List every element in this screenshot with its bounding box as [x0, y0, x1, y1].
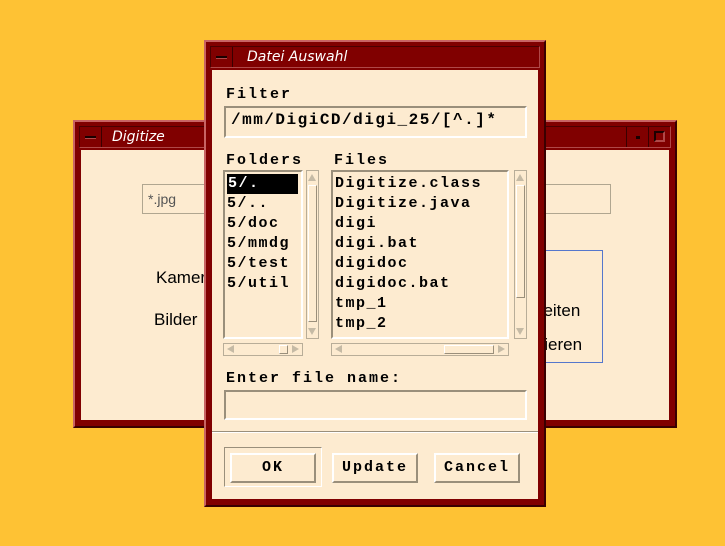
minimize-button[interactable] — [626, 127, 648, 147]
file-item[interactable]: tmp_2 — [333, 314, 507, 334]
button-separator — [212, 431, 538, 433]
filter-label: Filter — [226, 86, 293, 103]
kamera-label: Kamer — [156, 268, 207, 287]
file-selection-dialog: Datei Auswahl Filter /mm/DigiCD/digi_25/… — [204, 40, 546, 507]
window-menu-button[interactable] — [211, 47, 233, 67]
folder-item[interactable]: 5/test — [225, 254, 301, 274]
dialog-title: Datei Auswahl — [247, 49, 348, 65]
files-label: Files — [334, 152, 390, 169]
file-item[interactable]: digi — [333, 214, 507, 234]
file-item[interactable]: digidoc.bat — [333, 274, 507, 294]
folder-item[interactable]: 5/. — [225, 174, 301, 194]
scroll-down-arrow-icon[interactable] — [308, 328, 316, 335]
folder-item[interactable]: 5/.. — [225, 194, 301, 214]
file-item[interactable]: Digitize.class — [333, 174, 507, 194]
file-item[interactable]: tmp_1 — [333, 294, 507, 314]
maximize-button[interactable] — [648, 127, 670, 147]
window-title: Digitize — [112, 129, 165, 145]
folders-list[interactable]: 5/. 5/.. 5/doc 5/mmdg 5/test 5/util — [223, 170, 303, 339]
scroll-thumb[interactable] — [279, 345, 288, 354]
folders-hscrollbar[interactable] — [223, 343, 303, 356]
ok-button[interactable]: OK — [230, 453, 316, 483]
scroll-left-arrow-icon[interactable] — [335, 345, 342, 353]
files-vscrollbar[interactable] — [514, 170, 527, 339]
filter-input[interactable]: /mm/DigiCD/digi_25/[^.]* — [224, 106, 527, 138]
filename-label: Enter file name: — [226, 370, 403, 387]
desktop: { "digitize": { "title": "Digitize", "pa… — [0, 0, 725, 546]
scroll-thumb[interactable] — [516, 185, 525, 298]
dialog-titlebar[interactable]: Datei Auswahl — [210, 46, 540, 68]
folder-item[interactable]: 5/util — [225, 274, 301, 294]
scroll-left-arrow-icon[interactable] — [227, 345, 234, 353]
scroll-up-arrow-icon[interactable] — [308, 174, 316, 181]
scroll-down-arrow-icon[interactable] — [516, 328, 524, 335]
scroll-right-arrow-icon[interactable] — [292, 345, 299, 353]
update-button[interactable]: Update — [332, 453, 418, 483]
files-hscrollbar[interactable] — [331, 343, 509, 356]
filename-input[interactable] — [224, 390, 527, 420]
window-menu-button[interactable] — [80, 127, 102, 147]
scroll-thumb[interactable] — [444, 345, 494, 354]
cancel-button[interactable]: Cancel — [434, 453, 520, 483]
filter-value: /mm/DigiCD/digi_25/[^.]* — [231, 111, 498, 129]
files-list[interactable]: Digitize.class Digitize.java digi digi.bat d… — [331, 170, 509, 339]
right-field[interactable] — [543, 184, 611, 214]
folder-item[interactable]: 5/doc — [225, 214, 301, 234]
file-item[interactable]: digidoc — [333, 254, 507, 274]
scroll-right-arrow-icon[interactable] — [498, 345, 505, 353]
file-item[interactable]: digi.bat — [333, 234, 507, 254]
scroll-up-arrow-icon[interactable] — [516, 174, 524, 181]
folder-item[interactable]: 5/mmdg — [225, 234, 301, 254]
selected-folder-highlight: 5/. — [227, 174, 298, 194]
file-item[interactable]: Digitize.java — [333, 194, 507, 214]
dialog-client: Filter /mm/DigiCD/digi_25/[^.]* Folders … — [212, 70, 538, 499]
folders-vscrollbar[interactable] — [306, 170, 319, 339]
folders-label: Folders — [226, 152, 304, 169]
scroll-thumb[interactable] — [308, 185, 317, 322]
bilder-label: Bilder — [154, 310, 198, 329]
